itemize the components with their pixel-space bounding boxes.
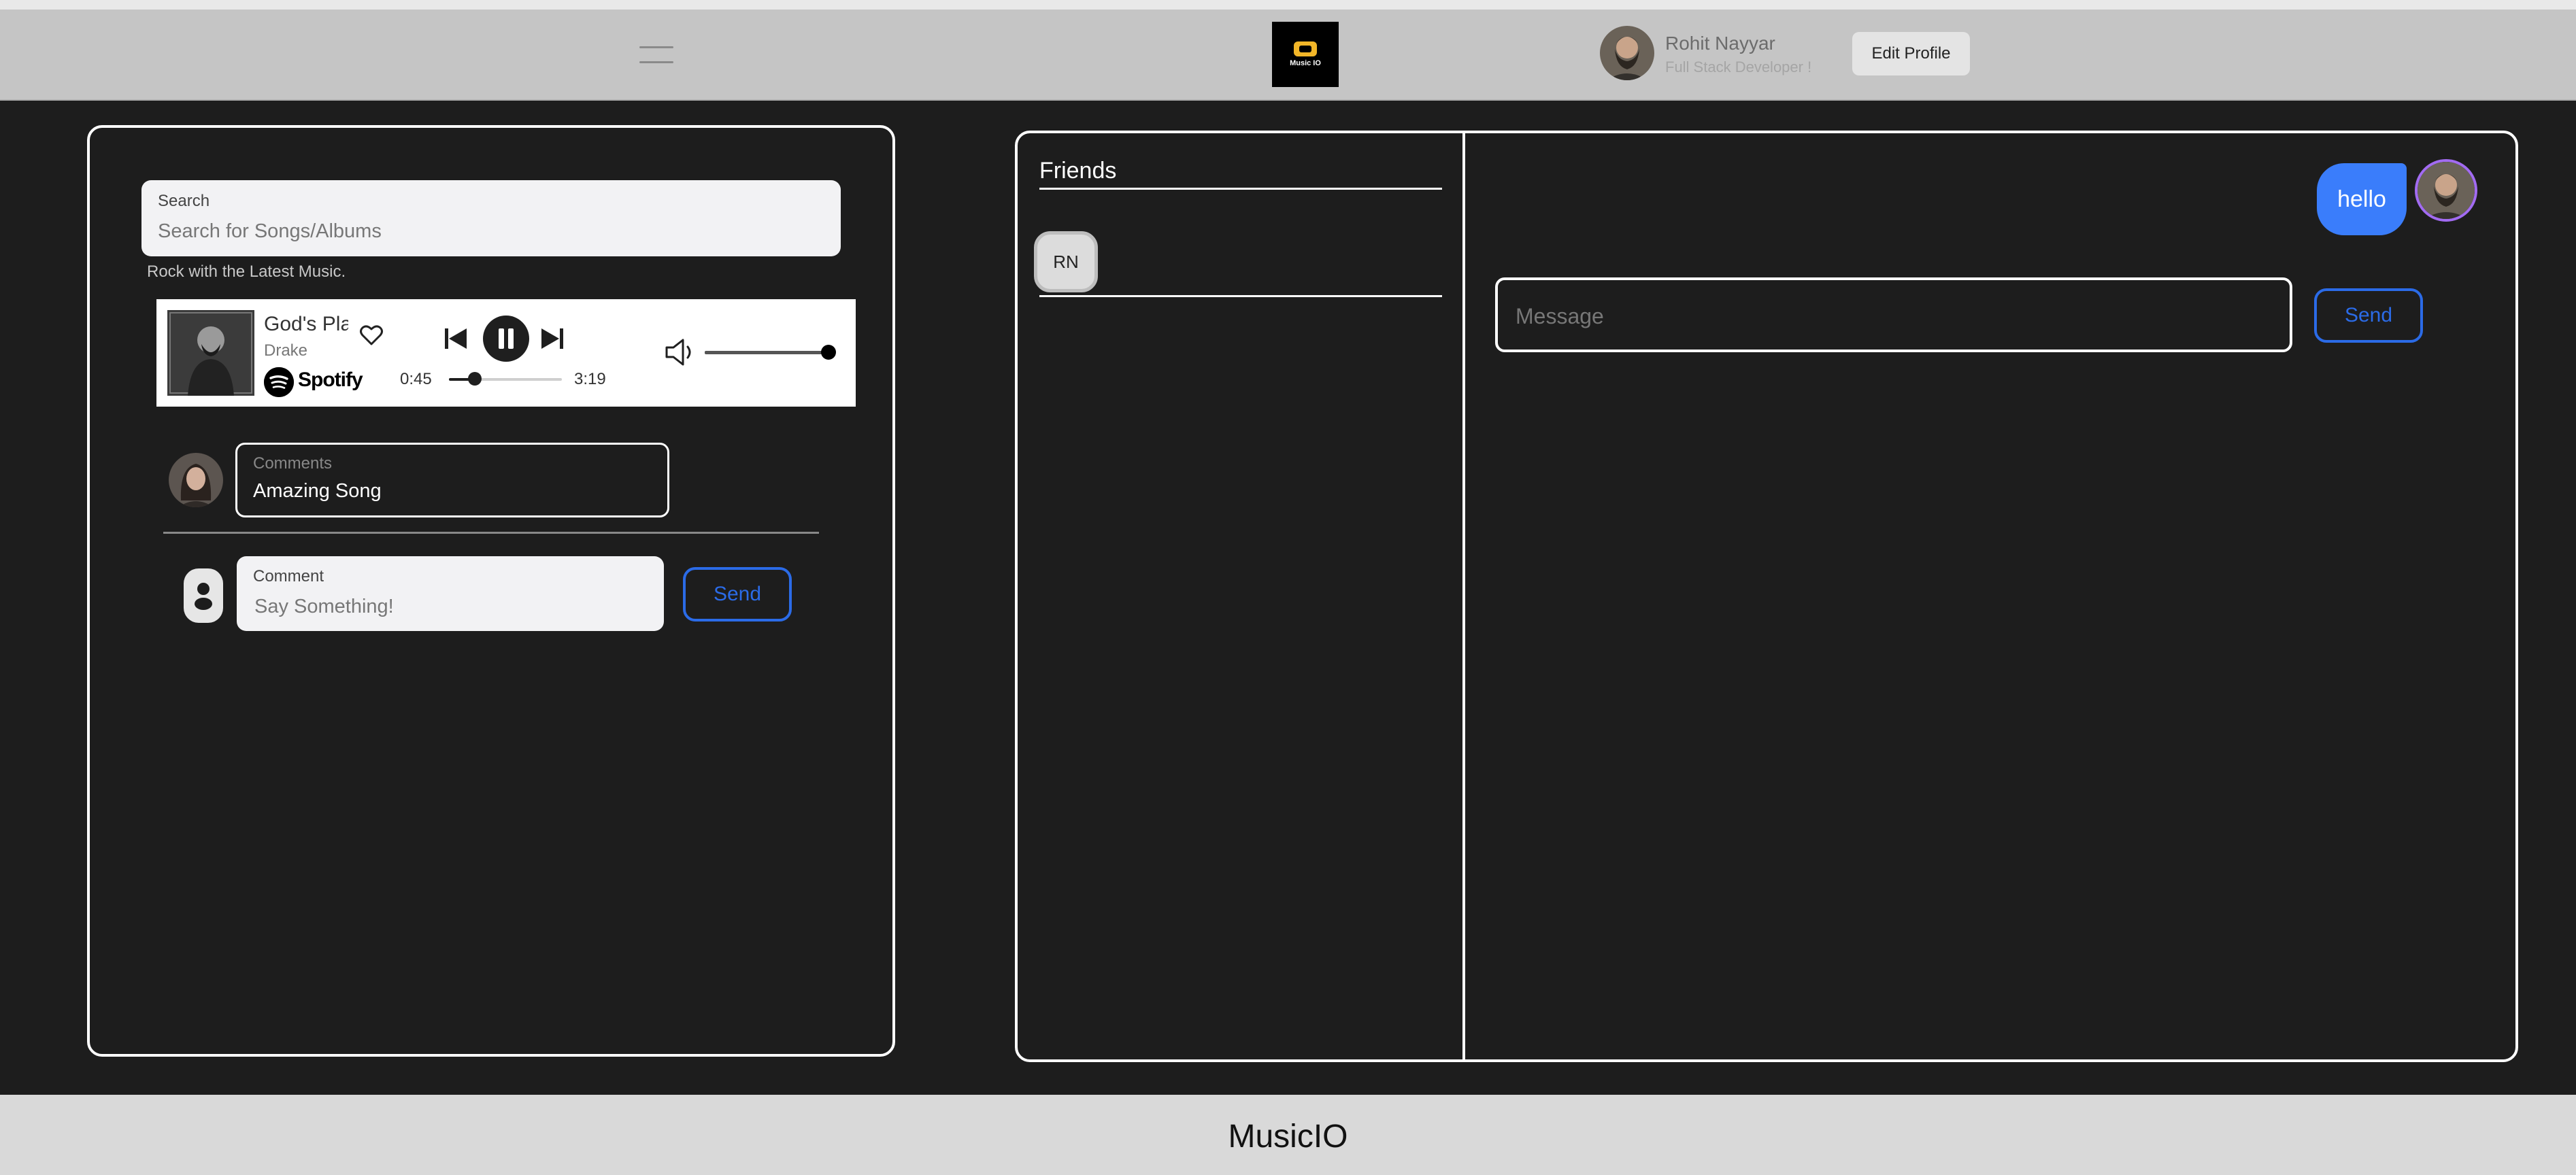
profile-avatar[interactable]	[1600, 26, 1654, 80]
user-role: Full Stack Developer !	[1665, 58, 1812, 75]
search-input[interactable]	[156, 216, 826, 246]
user-name: Rohit Nayyar	[1665, 33, 1775, 54]
volume-handle[interactable]	[821, 345, 836, 360]
friend-chip[interactable]: RN	[1034, 231, 1098, 292]
album-art	[167, 310, 254, 396]
heart-icon[interactable]	[358, 321, 385, 348]
logo-text: Music IO	[1290, 59, 1321, 67]
current-time: 0:45	[400, 370, 432, 388]
previous-track-icon[interactable]	[442, 325, 469, 352]
logo-mark-icon	[1294, 41, 1317, 56]
comment-input-label: Comment	[253, 567, 324, 585]
message-avatar	[2415, 159, 2477, 222]
footer-brand: MusicIO	[1228, 1119, 1348, 1155]
friends-bottom-divider	[1039, 295, 1442, 297]
song-artist: Drake	[264, 341, 308, 360]
commenter-avatar	[169, 453, 223, 507]
spotify-label: Spotify	[298, 369, 363, 391]
message-bubble: hello	[2317, 163, 2407, 235]
pause-button[interactable]	[483, 316, 529, 362]
comment-input[interactable]	[253, 592, 650, 621]
song-title: God's Plan	[264, 313, 348, 335]
user-icon	[184, 568, 223, 623]
message-send-button[interactable]: Send	[2314, 288, 2423, 343]
comment-send-button[interactable]: Send	[683, 567, 792, 621]
spotify-icon	[264, 367, 294, 397]
menu-icon[interactable]	[639, 45, 673, 65]
tagline: Rock with the Latest Music.	[147, 262, 346, 281]
next-track-icon[interactable]	[539, 325, 566, 352]
comment-label: Comments	[253, 454, 333, 473]
chat-panel-divider	[1462, 133, 1465, 1059]
edit-profile-button[interactable]: Edit Profile	[1852, 32, 1970, 75]
chat-panel	[1015, 131, 2518, 1062]
friends-title: Friends	[1039, 158, 1117, 184]
search-label: Search	[158, 192, 210, 210]
top-strip	[0, 0, 2576, 10]
volume-icon[interactable]	[664, 337, 698, 367]
comment-text: Amazing Song	[253, 480, 382, 502]
comments-divider	[163, 532, 819, 534]
volume-slider-fill	[705, 351, 829, 354]
app-logo: Music IO	[1272, 22, 1339, 87]
friends-top-divider	[1039, 188, 1442, 190]
total-time: 3:19	[574, 370, 606, 388]
message-input[interactable]	[1514, 299, 2272, 333]
